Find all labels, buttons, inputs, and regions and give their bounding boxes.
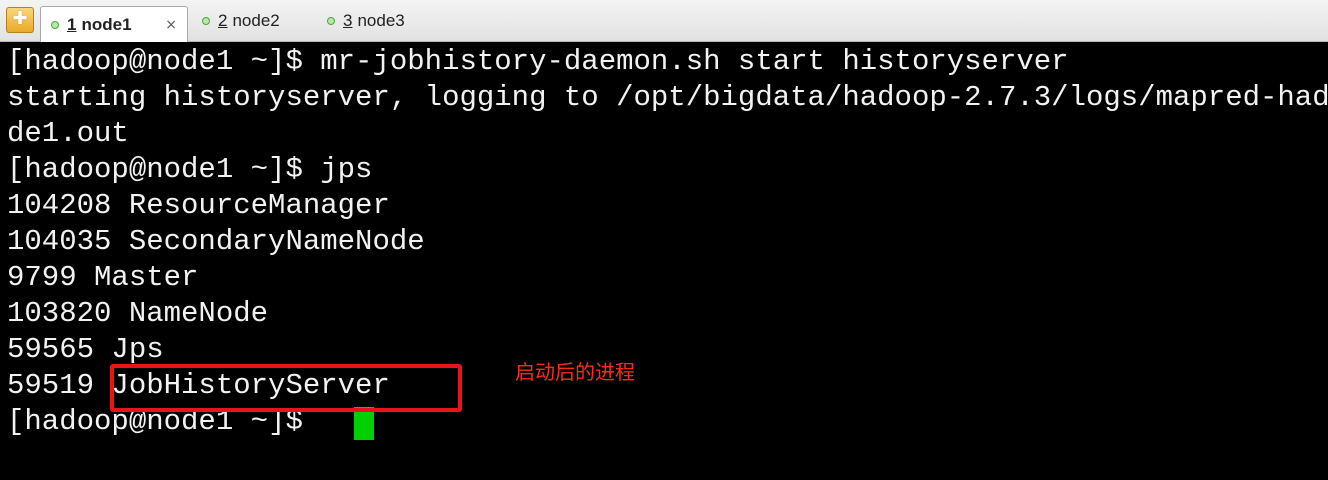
- close-tab-icon[interactable]: ×: [165, 17, 177, 33]
- tab-number: 2: [218, 11, 228, 30]
- tab-node3[interactable]: 3 node3: [325, 6, 405, 36]
- terminal-line: [hadoop@node1 ~]$ jps: [7, 153, 373, 186]
- tab-node2[interactable]: 2 node2: [200, 6, 280, 36]
- tab-label: node1: [81, 14, 132, 34]
- tab-label: node2: [232, 11, 280, 30]
- terminal-line: de1.out: [7, 117, 129, 150]
- tab-number: 1: [67, 14, 77, 34]
- annotation-note: 启动后的进程: [515, 360, 635, 384]
- tab-label: node3: [357, 11, 405, 30]
- plus-icon: ✚: [12, 8, 28, 29]
- tab-node1[interactable]: 1 node1 ×: [40, 6, 188, 42]
- connection-status-icon: [51, 20, 59, 29]
- terminal-line: 9799 Master: [7, 261, 199, 294]
- terminal-line: [hadoop@node1 ~]$ mr-jobhistory-daemon.s…: [7, 45, 1069, 78]
- connection-status-icon: [327, 17, 335, 25]
- terminal-output[interactable]: [hadoop@node1 ~]$ mr-jobhistory-daemon.s…: [0, 42, 1328, 480]
- terminal-line: starting historyserver, logging to /opt/…: [7, 81, 1328, 114]
- highlight-annotation-box: [110, 364, 462, 412]
- terminal-line: 104208 ResourceManager: [7, 189, 390, 222]
- terminal-line: 104035 SecondaryNameNode: [7, 225, 425, 258]
- new-session-button[interactable]: ✚: [6, 7, 34, 33]
- tab-number: 3: [343, 11, 353, 30]
- connection-status-icon: [202, 17, 210, 25]
- session-tab-bar: ✚ 1 node1 × 2 node2 3 node3: [0, 0, 1328, 42]
- terminal-line: 59565 Jps: [7, 333, 164, 366]
- terminal-line: 103820 NameNode: [7, 297, 269, 330]
